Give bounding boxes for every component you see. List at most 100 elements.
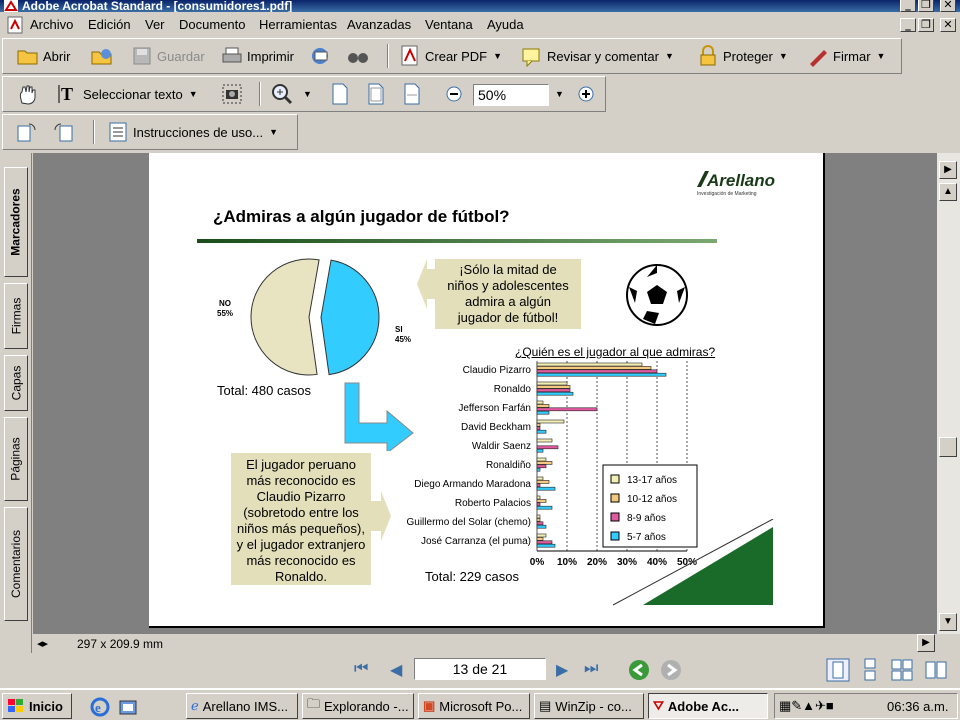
fit-width-button[interactable] — [401, 82, 427, 106]
chevron-down-icon[interactable]: ▼ — [779, 51, 788, 61]
binoculars-icon — [348, 53, 368, 63]
protect-button[interactable]: Proteger ▼ — [697, 44, 788, 68]
start-button[interactable]: Inicio — [2, 693, 72, 719]
chevron-down-icon[interactable]: ▼ — [303, 89, 312, 99]
select-text-label: Seleccionar texto — [83, 86, 183, 102]
internet-explorer-icon[interactable]: e — [90, 697, 110, 717]
task-explorer-label: Explorando -... — [324, 698, 409, 714]
scroll-right-arrow-icon[interactable]: ▶ — [939, 161, 957, 179]
search-button[interactable] — [347, 44, 373, 68]
chevron-down-icon[interactable]: ▼ — [665, 51, 674, 61]
chevron-down-icon[interactable]: ▼ — [189, 89, 198, 99]
chevron-down-icon[interactable]: ▼ — [555, 89, 564, 99]
menu-avanzadas[interactable]: Avanzadas — [347, 17, 411, 32]
single-page-icon[interactable] — [826, 658, 850, 682]
fit-page-button[interactable] — [365, 82, 391, 106]
select-text-button[interactable]: T Seleccionar texto ▼ — [57, 82, 198, 106]
menu-edicion[interactable]: Edición — [88, 17, 131, 32]
tab-signatures-label: Firmas — [9, 297, 24, 335]
continuous-facing-icon[interactable] — [924, 658, 948, 682]
bar-13-17 años — [536, 419, 565, 424]
callout-pizarro-line: más reconocido es — [246, 473, 356, 488]
hand-tool-button[interactable] — [17, 82, 43, 106]
scroll-left-arrow-icon[interactable]: ▶ — [917, 634, 935, 652]
pie-label-no-name: NO — [219, 299, 231, 308]
doc-minimize-button[interactable]: _ — [900, 18, 916, 32]
vertical-scrollbar[interactable]: ▶ ▲ ▼ — [937, 153, 960, 634]
task-powerpoint[interactable]: ▣ Microsoft Po... — [418, 693, 530, 719]
print-button[interactable]: Imprimir — [221, 44, 294, 68]
last-page-icon[interactable]: ⏭ — [584, 660, 598, 678]
actual-size-button[interactable] — [329, 82, 355, 106]
task-adobe[interactable]: ⛛ Adobe Ac... — [648, 693, 768, 719]
tab-signatures[interactable]: Firmas — [4, 283, 28, 349]
rotate-ccw-button[interactable] — [53, 120, 79, 144]
close-button[interactable]: ✕ — [940, 0, 956, 12]
go-back-icon[interactable] — [628, 659, 650, 681]
bar-8-9 años — [536, 540, 553, 545]
bar-13-17 años — [536, 362, 643, 367]
bar-8-9 años — [536, 483, 541, 488]
scroll-thumb[interactable] — [939, 437, 957, 457]
create-pdf-button[interactable]: Crear PDF ▼ — [399, 44, 502, 68]
zoom-input[interactable]: 50% — [473, 84, 549, 106]
go-forward-icon[interactable] — [660, 659, 682, 681]
quick-launch-icon[interactable] — [118, 697, 138, 717]
bar-8-9 años — [536, 426, 541, 431]
chevron-down-icon[interactable]: ▼ — [269, 127, 278, 137]
chevron-down-icon[interactable]: ▼ — [877, 51, 886, 61]
bar-8-9 años — [536, 407, 598, 412]
scroll-down-arrow-icon[interactable]: ▼ — [939, 613, 957, 631]
tab-layers-label: Capas — [9, 365, 23, 401]
open-button[interactable]: Abrir — [17, 44, 70, 68]
menu-documento[interactable]: Documento — [179, 17, 245, 32]
bar-13-17 años — [536, 514, 541, 519]
facing-pages-icon[interactable] — [890, 658, 914, 682]
bar-5-7 años — [536, 524, 547, 529]
tab-bookmarks[interactable]: Marcadores — [4, 167, 28, 277]
doc-close-button[interactable]: ✕ — [940, 18, 956, 32]
menu-ver[interactable]: Ver — [145, 17, 165, 32]
soccer-ball-icon — [626, 264, 688, 326]
rotate-view-button[interactable] — [15, 120, 41, 144]
minus-circle-icon — [446, 86, 462, 102]
zoom-out-button[interactable] — [443, 82, 469, 106]
instructions-button[interactable]: Instrucciones de uso... ▼ — [107, 120, 278, 144]
sign-button[interactable]: Firmar ▼ — [807, 44, 885, 68]
snapshot-button[interactable] — [221, 82, 247, 106]
doc-restore-button[interactable]: ❐ — [918, 18, 934, 32]
tab-layers[interactable]: Capas — [4, 355, 28, 411]
task-arellano[interactable]: ℯ Arellano IMS... — [186, 693, 298, 719]
menu-herramientas[interactable]: Herramientas — [259, 17, 337, 32]
zoom-tool-button[interactable]: ▼ — [271, 82, 312, 106]
organize-button[interactable] — [91, 44, 117, 68]
save-button[interactable]: Guardar — [131, 44, 205, 68]
tab-comments[interactable]: Comentarios — [4, 507, 28, 621]
tab-pages[interactable]: Páginas — [4, 417, 28, 501]
menu-archivo[interactable]: Archivo — [30, 17, 73, 32]
menu-ventana[interactable]: Ventana — [425, 17, 473, 32]
arellano-logo-mark: Arellano Investigación de Marketing — [697, 171, 775, 197]
plus-circle-icon — [578, 86, 594, 102]
chevron-down-icon[interactable]: ▼ — [493, 51, 502, 61]
task-adobe-label: Adobe Ac... — [667, 698, 739, 714]
page-number-input[interactable]: 13 de 21 — [414, 658, 546, 680]
powerpoint-icon: ▣ — [423, 698, 436, 713]
review-comment-button[interactable]: Revisar y comentar ▼ — [521, 44, 674, 68]
task-winzip[interactable]: ▤ WinZip - co... — [534, 693, 644, 719]
document-view[interactable]: Arellano Investigación de Marketing ¿Adm… — [33, 153, 937, 634]
continuous-page-icon[interactable] — [858, 658, 882, 682]
next-page-icon[interactable]: ▶ — [556, 660, 568, 680]
minimize-button[interactable]: _ — [900, 0, 916, 12]
first-page-icon[interactable]: ⏮ — [354, 660, 368, 678]
organizer-icon — [91, 49, 112, 65]
tray-icons[interactable]: ▦✎▲✈■ — [779, 698, 834, 714]
email-button[interactable] — [309, 44, 335, 68]
bar-x-tick-label: 0% — [530, 557, 545, 568]
previous-page-icon[interactable]: ◀ — [390, 660, 402, 680]
menu-ayuda[interactable]: Ayuda — [487, 17, 524, 32]
maximize-button[interactable]: ❐ — [918, 0, 934, 12]
scroll-up-arrow-icon[interactable]: ▲ — [939, 183, 957, 201]
task-explorer[interactable]: 🗀 Explorando -... — [302, 693, 414, 719]
zoom-in-button[interactable] — [575, 82, 601, 106]
